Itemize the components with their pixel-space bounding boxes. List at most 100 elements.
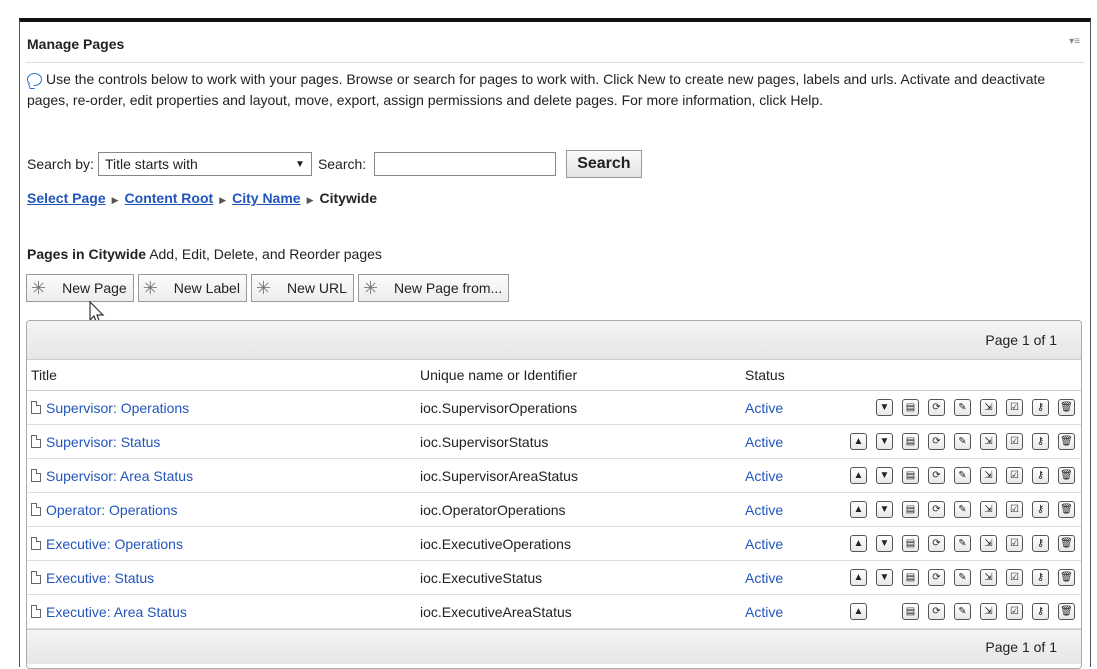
export-icon[interactable]: ⇲ bbox=[980, 467, 997, 484]
permissions-icon[interactable]: ⚷ bbox=[1032, 603, 1049, 620]
row-title-cell: Executive: Area Status bbox=[27, 604, 420, 620]
move-up-icon[interactable]: ▲ bbox=[850, 535, 867, 552]
move-up-icon[interactable]: ▲ bbox=[850, 569, 867, 586]
edit-icon[interactable]: ✎ bbox=[954, 535, 971, 552]
delete-icon[interactable]: 🗑 bbox=[1058, 501, 1075, 518]
new-page-button[interactable]: ✳ New Page bbox=[26, 274, 134, 302]
permissions-icon[interactable]: ⚷ bbox=[1032, 535, 1049, 552]
activate-icon[interactable]: ⟳ bbox=[928, 501, 945, 518]
new-url-button[interactable]: ✳ New URL bbox=[250, 274, 354, 302]
row-actions: ▼ ▤ ⟳ ✎ ⇲ ☑ ⚷ 🗑 bbox=[829, 399, 1081, 416]
export-icon[interactable]: ⇲ bbox=[980, 433, 997, 450]
breadcrumb-select-page[interactable]: Select Page bbox=[27, 190, 106, 206]
row-identifier: ioc.OperatorOperations bbox=[420, 501, 566, 518]
search-button[interactable]: Search bbox=[566, 150, 642, 178]
move-up-icon[interactable]: ▲ bbox=[850, 467, 867, 484]
status-link[interactable]: Active bbox=[745, 536, 783, 552]
row-identifier: ioc.SupervisorAreaStatus bbox=[420, 467, 578, 484]
activate-icon[interactable]: ⟳ bbox=[928, 399, 945, 416]
new-label-button[interactable]: ✳ New Label bbox=[137, 274, 247, 302]
pages-table: Page 1 of 1 Title Unique name or Identif… bbox=[26, 320, 1082, 669]
move-down-icon[interactable]: ▼ bbox=[876, 535, 893, 552]
activate-icon[interactable]: ⟳ bbox=[928, 603, 945, 620]
move-down-icon[interactable]: ▼ bbox=[876, 501, 893, 518]
search-input[interactable] bbox=[374, 152, 557, 176]
activate-icon[interactable]: ⟳ bbox=[928, 467, 945, 484]
breadcrumb-content-root[interactable]: Content Root bbox=[125, 190, 214, 206]
page-title-link[interactable]: Executive: Area Status bbox=[46, 604, 187, 620]
edit-icon[interactable]: ✎ bbox=[954, 603, 971, 620]
new-page-from-button[interactable]: ✳ New Page from... bbox=[357, 274, 510, 302]
status-link[interactable]: Active bbox=[745, 502, 783, 518]
col-title-header[interactable]: Title bbox=[27, 367, 420, 383]
col-identifier-header[interactable]: Unique name or Identifier bbox=[420, 367, 745, 383]
page-title-link[interactable]: Supervisor: Operations bbox=[46, 400, 189, 416]
move-down-icon[interactable]: ▼ bbox=[876, 467, 893, 484]
portlet-title: Manage Pages bbox=[27, 36, 125, 52]
properties-icon[interactable]: ▤ bbox=[902, 569, 919, 586]
edit-icon[interactable]: ✎ bbox=[954, 399, 971, 416]
delete-icon[interactable]: 🗑 bbox=[1058, 603, 1075, 620]
move-up-icon[interactable]: ▲ bbox=[850, 433, 867, 450]
breadcrumb-city-name[interactable]: City Name bbox=[232, 190, 300, 206]
permissions-icon[interactable]: ⚷ bbox=[1032, 399, 1049, 416]
permissions-icon[interactable]: ⚷ bbox=[1032, 433, 1049, 450]
layout-icon[interactable]: ☑ bbox=[1006, 535, 1023, 552]
status-link[interactable]: Active bbox=[745, 570, 783, 586]
properties-icon[interactable]: ▤ bbox=[902, 399, 919, 416]
export-icon[interactable]: ⇲ bbox=[980, 501, 997, 518]
layout-icon[interactable]: ☑ bbox=[1006, 433, 1023, 450]
edit-icon[interactable]: ✎ bbox=[954, 501, 971, 518]
page-title-link[interactable]: Executive: Operations bbox=[46, 536, 183, 552]
page-title-link[interactable]: Operator: Operations bbox=[46, 502, 178, 518]
move-up-icon[interactable]: ▲ bbox=[850, 501, 867, 518]
activate-icon[interactable]: ⟳ bbox=[928, 535, 945, 552]
layout-icon[interactable]: ☑ bbox=[1006, 467, 1023, 484]
properties-icon[interactable]: ▤ bbox=[902, 535, 919, 552]
layout-icon[interactable]: ☑ bbox=[1006, 603, 1023, 620]
page-title-link[interactable]: Executive: Status bbox=[46, 570, 154, 586]
properties-icon[interactable]: ▤ bbox=[902, 501, 919, 518]
export-icon[interactable]: ⇲ bbox=[980, 569, 997, 586]
status-link[interactable]: Active bbox=[745, 434, 783, 450]
delete-icon[interactable]: 🗑 bbox=[1058, 399, 1075, 416]
permissions-icon[interactable]: ⚷ bbox=[1032, 467, 1049, 484]
search-by-select[interactable]: Title starts with ▼ bbox=[97, 152, 312, 176]
activate-icon[interactable]: ⟳ bbox=[928, 569, 945, 586]
page-title-link[interactable]: Supervisor: Status bbox=[46, 434, 160, 450]
move-down-icon[interactable]: ▼ bbox=[876, 399, 893, 416]
portlet-menu-icon[interactable]: ▾≡ bbox=[1069, 36, 1080, 47]
layout-icon[interactable]: ☑ bbox=[1006, 501, 1023, 518]
page-title-link[interactable]: Supervisor: Area Status bbox=[46, 468, 193, 484]
page-icon bbox=[31, 571, 41, 584]
delete-icon[interactable]: 🗑 bbox=[1058, 569, 1075, 586]
edit-icon[interactable]: ✎ bbox=[954, 467, 971, 484]
move-up-icon[interactable]: ▲ bbox=[850, 603, 867, 620]
permissions-icon[interactable]: ⚷ bbox=[1032, 501, 1049, 518]
move-down-icon[interactable]: ▼ bbox=[876, 569, 893, 586]
activate-icon[interactable]: ⟳ bbox=[928, 433, 945, 450]
breadcrumb-arrow-icon: ▶ bbox=[219, 195, 227, 205]
properties-icon[interactable]: ▤ bbox=[902, 603, 919, 620]
status-link[interactable]: Active bbox=[745, 468, 783, 484]
new-label-label: New Label bbox=[173, 280, 240, 296]
delete-icon[interactable]: 🗑 bbox=[1058, 535, 1075, 552]
export-icon[interactable]: ⇲ bbox=[980, 603, 997, 620]
move-down-icon[interactable]: ▼ bbox=[876, 433, 893, 450]
edit-icon[interactable]: ✎ bbox=[954, 569, 971, 586]
export-icon[interactable]: ⇲ bbox=[980, 399, 997, 416]
properties-icon[interactable]: ▤ bbox=[902, 433, 919, 450]
status-link[interactable]: Active bbox=[745, 604, 783, 620]
delete-icon[interactable]: 🗑 bbox=[1058, 433, 1075, 450]
page-icon bbox=[31, 435, 41, 448]
col-status-header[interactable]: Status bbox=[745, 367, 829, 383]
permissions-icon[interactable]: ⚷ bbox=[1032, 569, 1049, 586]
export-icon[interactable]: ⇲ bbox=[980, 535, 997, 552]
layout-icon[interactable]: ☑ bbox=[1006, 569, 1023, 586]
search-label: Search: bbox=[317, 156, 367, 172]
layout-icon[interactable]: ☑ bbox=[1006, 399, 1023, 416]
edit-icon[interactable]: ✎ bbox=[954, 433, 971, 450]
properties-icon[interactable]: ▤ bbox=[902, 467, 919, 484]
status-link[interactable]: Active bbox=[745, 400, 783, 416]
delete-icon[interactable]: 🗑 bbox=[1058, 467, 1075, 484]
